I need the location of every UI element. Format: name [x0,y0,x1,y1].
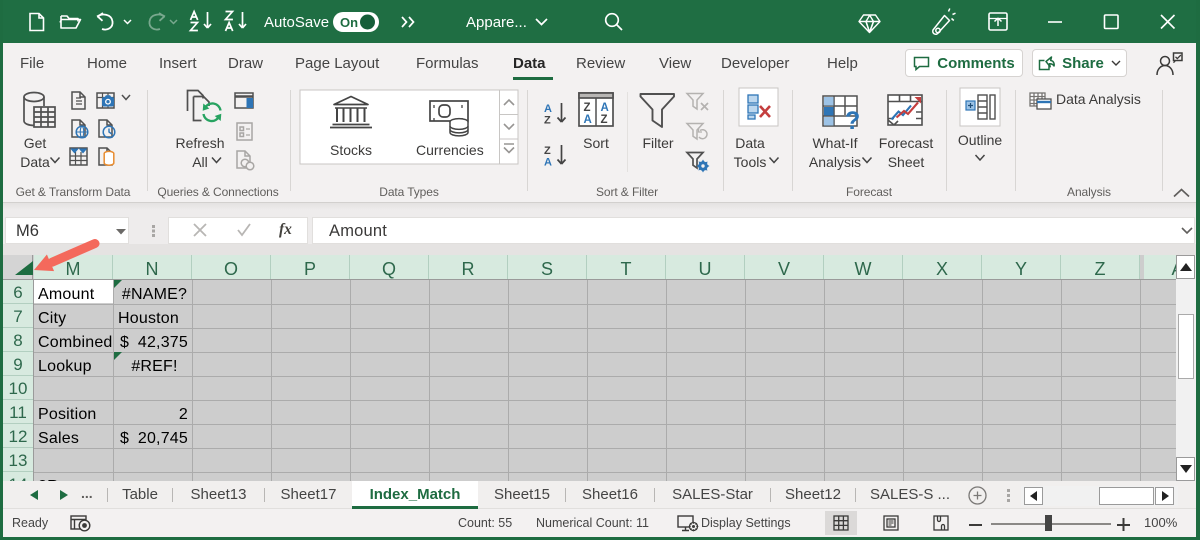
svg-text:A: A [584,114,592,126]
svg-text:Z: Z [544,145,551,157]
svg-text:A: A [544,157,552,169]
svg-text:A: A [601,102,609,114]
svg-text:On: On [340,15,358,30]
svg-text:Z: Z [601,114,608,126]
svg-text:Z: Z [544,115,551,127]
svg-text:Z: Z [584,102,591,114]
svg-text:Appare...: Appare... [466,14,527,31]
svg-text:AutoSave: AutoSave [264,14,329,31]
svg-text:A: A [544,103,552,115]
svg-text:?: ? [845,107,860,135]
